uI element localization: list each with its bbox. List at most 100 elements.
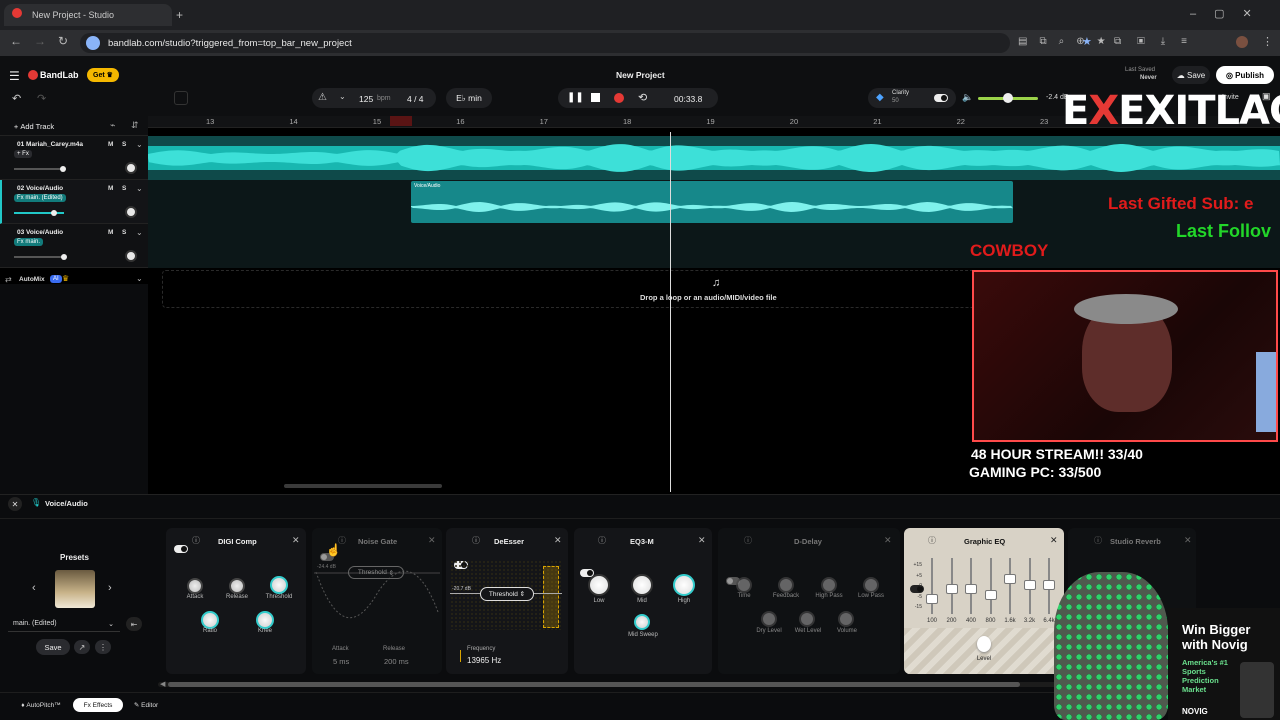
info-icon[interactable]: ⓘ <box>192 535 200 546</box>
publish-button[interactable]: ◎ Publish <box>1216 66 1274 84</box>
frequency-band[interactable] <box>543 566 559 628</box>
reload-icon[interactable]: ↻ <box>58 34 68 48</box>
chevron-down-icon[interactable]: ⌄ <box>136 228 143 237</box>
back-icon[interactable]: ← <box>10 34 22 48</box>
dry-level-knob[interactable] <box>761 611 777 627</box>
track-name[interactable]: 02 Voice/Audio <box>17 185 63 192</box>
audio-clip[interactable]: Voice/Audio <box>411 181 1013 223</box>
eq-band-slider[interactable] <box>984 590 997 600</box>
eq-band-slider[interactable] <box>1043 580 1055 590</box>
feedback-knob[interactable] <box>778 577 794 593</box>
eq-band-slider[interactable] <box>1004 574 1016 584</box>
threshold-knob[interactable] <box>270 576 288 594</box>
solo-button[interactable]: S <box>122 229 126 236</box>
browser-tab[interactable]: New Project - Studio <box>4 4 172 26</box>
low-knob[interactable] <box>588 574 610 596</box>
horizontal-scrollbar[interactable] <box>284 484 442 488</box>
undo-icon[interactable]: ↶ <box>12 92 21 105</box>
browser-menu-icon[interactable]: ⋮ <box>1262 35 1273 48</box>
threshold-chip[interactable]: Threshold ⇕ <box>348 566 404 579</box>
remove-fx-icon[interactable]: ✕ <box>884 535 892 546</box>
pan-knob[interactable] <box>125 206 137 218</box>
mute-button[interactable]: M <box>108 141 113 148</box>
mid-sweep-knob[interactable] <box>634 614 650 630</box>
tab-editor[interactable]: ✎ Editor <box>126 698 166 712</box>
bookmark-star-icon[interactable]: ★ <box>1082 35 1092 48</box>
magic-wand-icon[interactable]: ⌁ <box>110 120 115 131</box>
url-field[interactable]: bandlab.com/studio?triggered_from=top_ba… <box>80 33 1010 53</box>
drop-zone[interactable] <box>162 270 982 308</box>
project-title[interactable]: New Project <box>616 70 665 80</box>
ratio-knob[interactable] <box>201 611 219 629</box>
master-volume-thumb[interactable] <box>1003 93 1013 103</box>
add-track-button[interactable]: + Add Track <box>4 119 64 133</box>
chevron-down-icon[interactable]: ⌄ <box>339 92 346 101</box>
info-icon[interactable]: ⓘ <box>1094 535 1102 546</box>
metronome-icon[interactable]: ⚠ <box>318 92 327 103</box>
wet-level-knob[interactable] <box>799 611 815 627</box>
track-fx-tag[interactable]: Fx main. (Edited) <box>14 194 66 202</box>
volume-knob[interactable] <box>838 611 854 627</box>
track-lane-1[interactable] <box>148 136 1280 180</box>
track-volume-thumb[interactable] <box>51 210 57 216</box>
eq-band-slider[interactable] <box>945 584 958 594</box>
chevron-right-icon[interactable]: › <box>108 582 112 594</box>
tempo-value[interactable]: 125 <box>359 94 373 104</box>
extension-icons[interactable]: ⧉▣⤓≡ <box>1114 36 1203 47</box>
track-name[interactable]: 03 Voice/Audio <box>17 229 63 236</box>
forward-icon[interactable]: → <box>34 34 46 48</box>
chevron-down-icon[interactable]: ⌄ <box>136 274 143 283</box>
automix-label[interactable]: AutoMix <box>19 276 45 283</box>
eq-band-slider[interactable] <box>926 594 938 604</box>
low-pass-knob[interactable] <box>863 577 879 593</box>
time-knob[interactable] <box>736 577 752 593</box>
mid-knob[interactable] <box>631 574 653 596</box>
tab-effects[interactable]: Fx Effects <box>73 698 123 712</box>
mute-button[interactable]: M <box>108 229 113 236</box>
tab-autopitch[interactable]: ♦ AutoPitch™ <box>12 698 70 712</box>
pause-icon[interactable]: ❚❚ <box>567 92 584 103</box>
release-knob[interactable] <box>229 578 245 594</box>
scroll-left-icon[interactable]: ◀ <box>160 680 165 688</box>
track-volume-thumb[interactable] <box>61 254 67 260</box>
close-panel-icon[interactable]: ✕ <box>8 497 22 511</box>
level-knob[interactable] <box>977 636 991 652</box>
track-name[interactable]: 01 Mariah_Carey.m4a <box>17 141 83 148</box>
mute-button[interactable]: M <box>108 185 113 192</box>
high-knob[interactable] <box>673 574 695 596</box>
arrange-icon[interactable]: ⇵ <box>131 120 139 131</box>
metronome-panel-icon[interactable] <box>174 91 188 105</box>
get-membership-button[interactable]: Get ♛ <box>87 68 119 82</box>
frequency-value[interactable]: 13965 Hz <box>467 656 501 665</box>
attack-knob[interactable] <box>187 578 203 594</box>
key-selector[interactable]: E♭ min <box>446 88 492 108</box>
preset-save-button[interactable]: Save <box>36 639 70 655</box>
remove-fx-icon[interactable]: ✕ <box>428 535 436 546</box>
eq-band-slider[interactable] <box>965 584 977 594</box>
new-tab-icon[interactable]: + <box>176 8 183 22</box>
track-volume-thumb[interactable] <box>60 166 66 172</box>
pan-knob[interactable] <box>125 162 137 174</box>
solo-button[interactable]: S <box>122 185 126 192</box>
chevron-down-icon[interactable]: ⌄ <box>136 184 143 193</box>
remove-fx-icon[interactable]: ✕ <box>1184 535 1192 546</box>
loop-icon[interactable]: ⟲ <box>638 91 647 104</box>
compare-icon[interactable]: ⇤ <box>126 617 142 631</box>
threshold-chip[interactable]: Threshold ⇕ <box>480 587 534 601</box>
loop-region-marker[interactable] <box>390 116 412 126</box>
high-pass-knob[interactable] <box>821 577 837 593</box>
record-icon[interactable] <box>614 93 624 103</box>
more-options-icon[interactable]: ⋮ <box>95 640 111 654</box>
clarity-toggle[interactable] <box>934 94 948 102</box>
solo-button[interactable]: S <box>122 141 126 148</box>
remove-fx-icon[interactable]: ✕ <box>698 535 706 546</box>
attack-value[interactable]: 5 ms <box>333 657 349 666</box>
release-value[interactable]: 200 ms <box>384 657 409 666</box>
fx-d-delay[interactable] <box>718 528 900 674</box>
fx-enable-toggle[interactable] <box>174 545 188 553</box>
track-fx-tag[interactable]: + Fx <box>14 150 32 158</box>
hamburger-menu-icon[interactable]: ☰ <box>9 69 20 83</box>
eq-band-slider[interactable] <box>1023 580 1036 590</box>
playhead[interactable] <box>670 132 671 492</box>
browser-toolbar-icons[interactable]: ▤⧉⌕⊕★ <box>1018 36 1118 47</box>
